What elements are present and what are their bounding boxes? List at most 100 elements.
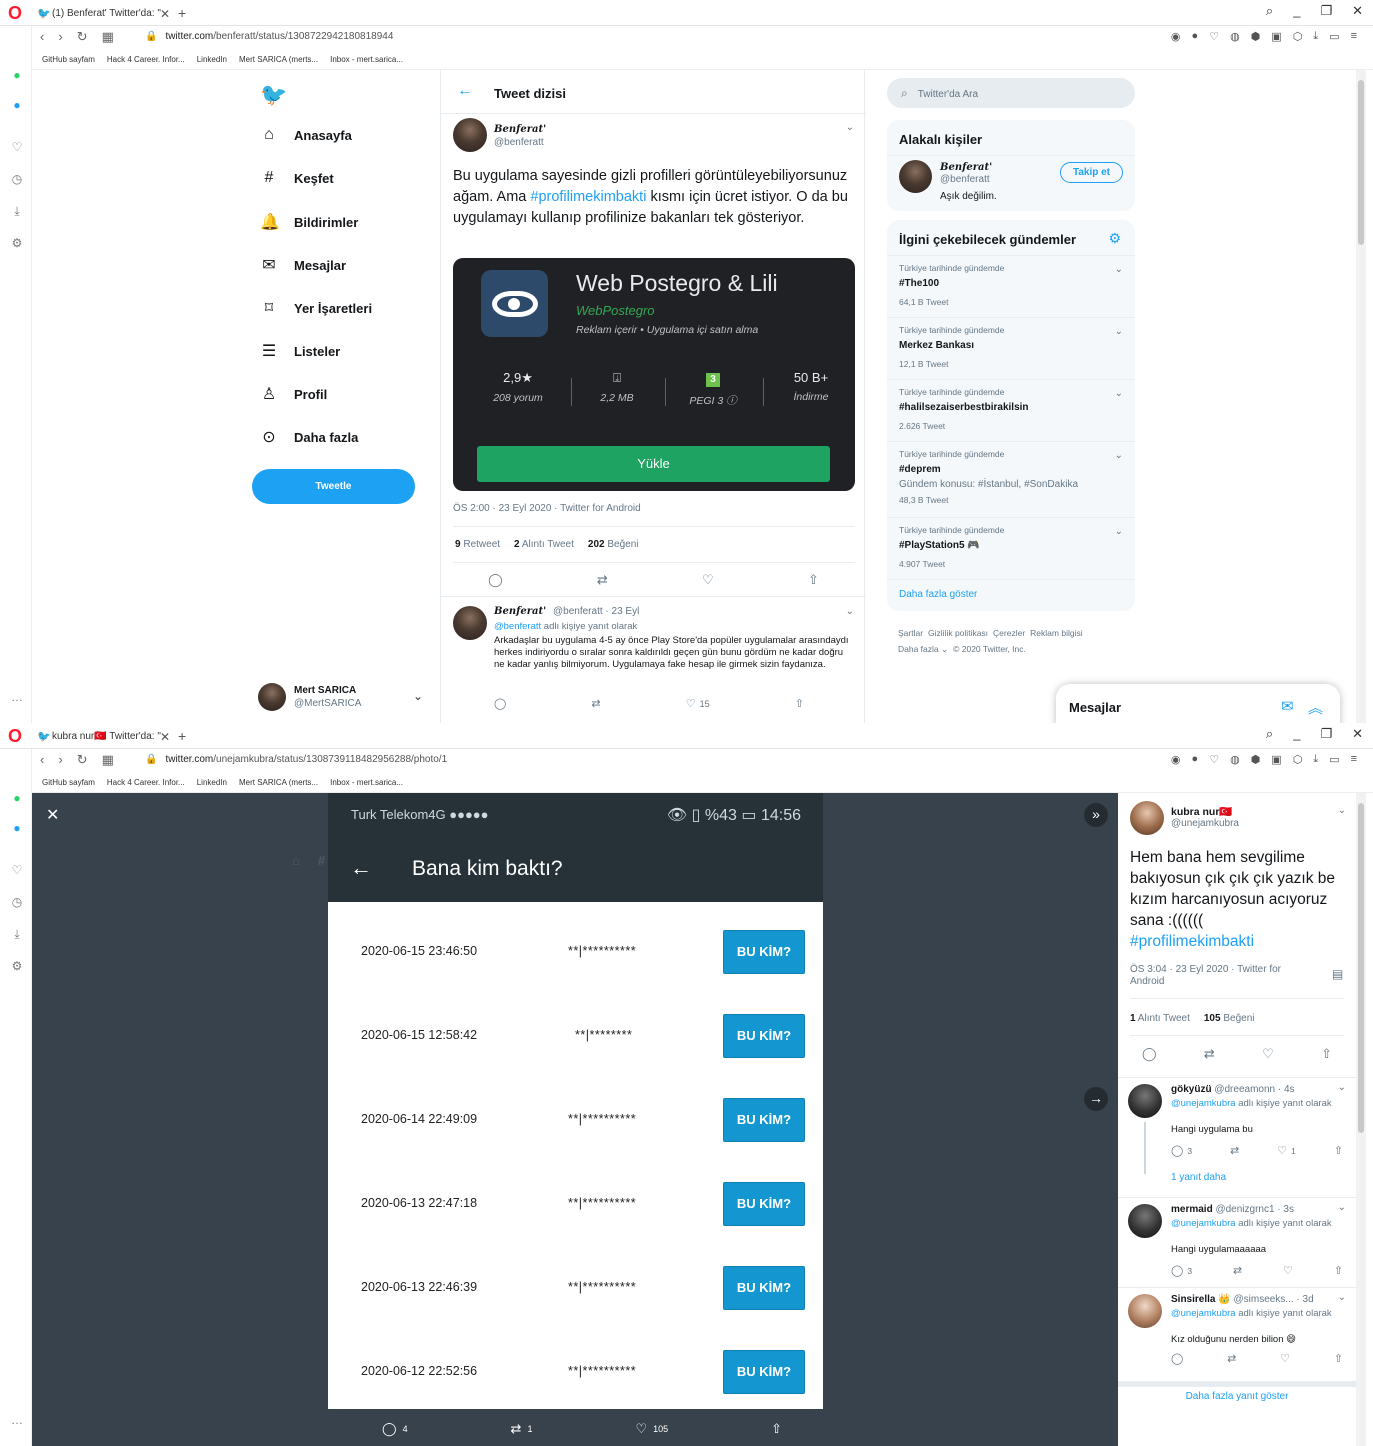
nav-messages[interactable]: ✉ Mesajlar bbox=[260, 255, 346, 275]
share-icon[interactable]: ⇧ bbox=[771, 1421, 782, 1437]
nav-lists[interactable]: ☰ Listeler bbox=[260, 341, 340, 361]
bookmark-item[interactable]: Mert SARICA (merts... bbox=[239, 778, 318, 787]
expand-icon[interactable]: » bbox=[1084, 803, 1108, 827]
tweet-author-name[interactable]: Benferat' bbox=[494, 124, 546, 135]
bookmark-item[interactable]: LinkedIn bbox=[197, 55, 227, 64]
related-name[interactable]: Benferat' bbox=[940, 162, 992, 173]
share-icon[interactable]: ⇧ bbox=[1321, 1046, 1332, 1062]
new-tab-icon[interactable]: + bbox=[178, 3, 186, 23]
like-icon[interactable]: ♡ bbox=[1283, 1264, 1293, 1277]
share-icon[interactable]: ⇧ bbox=[1334, 1264, 1343, 1277]
scrollbar[interactable] bbox=[1356, 793, 1366, 1446]
trend-item[interactable]: Türkiye tarihinde gündemde #deprem Gündem … bbox=[887, 442, 1135, 518]
share-icon[interactable]: ⇧ bbox=[808, 572, 819, 588]
bookmark-item[interactable]: Inbox - mert.sarica... bbox=[330, 778, 403, 787]
analytics-icon[interactable]: ▤ bbox=[1332, 967, 1343, 981]
heart-icon[interactable]: ♡ bbox=[1209, 753, 1219, 766]
share-icon[interactable]: ⇧ bbox=[1334, 1144, 1343, 1157]
reload-icon[interactable]: ↻ bbox=[77, 29, 88, 45]
avatar[interactable] bbox=[1130, 801, 1164, 835]
reply-button[interactable]: ◯ 3 bbox=[1171, 1264, 1192, 1277]
quote-count[interactable]: 1 Alıntı Tweet bbox=[1130, 1013, 1190, 1024]
download-icon[interactable]: ⤓ bbox=[10, 927, 24, 941]
retweet-icon[interactable]: ⇄ bbox=[1233, 1264, 1242, 1277]
show-more-link[interactable]: Daha fazla göster bbox=[887, 580, 1135, 609]
reply-author[interactable]: mermaid @denizgrnc1 · 3s bbox=[1171, 1204, 1294, 1215]
account-switcher[interactable]: Mert SARICA @MertSARICA ⌄ bbox=[258, 683, 428, 713]
translate-icon[interactable]: ▣ bbox=[1271, 753, 1281, 766]
like-icon[interactable]: ♡ bbox=[1280, 1352, 1290, 1365]
tweet-author-handle[interactable]: @unejamkubra bbox=[1171, 818, 1239, 829]
more-icon[interactable]: … bbox=[10, 690, 24, 704]
share-icon[interactable]: ⇧ bbox=[795, 697, 804, 710]
opera-logo-icon[interactable]: O bbox=[8, 727, 26, 745]
battery-icon[interactable]: ▭ bbox=[1329, 753, 1339, 766]
messages-drawer[interactable]: Mesajlar ✉ ︽ bbox=[1056, 684, 1340, 723]
tweet-author-handle[interactable]: @benferatt bbox=[494, 137, 544, 148]
related-handle[interactable]: @benferatt bbox=[940, 174, 990, 185]
extension-icon[interactable]: ◍ bbox=[1230, 30, 1240, 43]
search-input[interactable]: ⌕ Twitter'da Ara bbox=[887, 78, 1135, 108]
gear-icon[interactable]: ⚙ bbox=[1108, 230, 1121, 247]
reply-author[interactable]: Sinsirella 👑 @simseeks... · 3d bbox=[1171, 1294, 1314, 1305]
close-icon[interactable]: ✕ bbox=[46, 805, 59, 825]
trend-item[interactable]: Türkiye tarihinde gündemde Merkez Bankası… bbox=[887, 318, 1135, 380]
minimize-icon[interactable]: _ bbox=[1293, 3, 1300, 19]
twitter-logo-icon[interactable]: 🐦 bbox=[260, 82, 287, 108]
hashtag-link[interactable]: #profilimekimbakti bbox=[1130, 933, 1254, 950]
back-arrow-icon[interactable]: ← bbox=[457, 82, 473, 100]
reload-icon[interactable]: ↻ bbox=[77, 752, 88, 768]
nav-explore[interactable]: # Keşfet bbox=[260, 169, 334, 187]
scrollbar[interactable] bbox=[1356, 70, 1366, 723]
nav-notifications[interactable]: 🔔 Bildirimler bbox=[260, 212, 358, 232]
reply-icon[interactable]: ◯ bbox=[1142, 1046, 1157, 1062]
chevron-down-icon[interactable]: ⌄ bbox=[1338, 1082, 1346, 1093]
menu-icon[interactable]: ≡ bbox=[1351, 753, 1357, 766]
chevron-down-icon[interactable]: ⌄ bbox=[846, 606, 854, 617]
chevron-down-icon[interactable]: ⌄ bbox=[1115, 388, 1123, 399]
vpn-shield-icon[interactable]: ● bbox=[1192, 30, 1199, 43]
speed-dial-icon[interactable]: ▦ bbox=[102, 752, 114, 768]
avatar[interactable] bbox=[453, 118, 487, 152]
tweet-button[interactable]: Tweetle bbox=[252, 469, 415, 504]
browser-tab[interactable]: 🐦 kubra nur🇹🇷 Twitter'da: " ✕ bbox=[34, 726, 172, 748]
chevron-down-icon[interactable]: ⌄ bbox=[1115, 326, 1123, 337]
retweet-icon[interactable]: ⇄ bbox=[1204, 1046, 1215, 1062]
reply-button[interactable]: ◯ 3 bbox=[1171, 1144, 1192, 1157]
reply-author[interactable]: gökyüzü @dreeamonn · 4s bbox=[1171, 1084, 1295, 1095]
avatar[interactable] bbox=[899, 160, 932, 193]
like-icon[interactable]: ♡ bbox=[1262, 1046, 1274, 1062]
heart-icon[interactable]: ♡ bbox=[10, 140, 24, 154]
reply-item[interactable]: gökyüzü @dreeamonn · 4s ⌄ @unejamkubra a… bbox=[1118, 1077, 1356, 1197]
menu-icon[interactable]: ≡ bbox=[1351, 30, 1357, 43]
chevron-down-icon[interactable]: ⌄ bbox=[1115, 450, 1123, 461]
minimize-icon[interactable]: _ bbox=[1293, 726, 1300, 742]
snapshot-icon[interactable]: ◉ bbox=[1171, 753, 1181, 766]
bookmark-item[interactable]: Inbox - mert.sarica... bbox=[330, 55, 403, 64]
reply-button[interactable]: ◯ 4 bbox=[382, 1421, 408, 1437]
retweet-icon[interactable]: ⇄ bbox=[1230, 1144, 1239, 1157]
close-tab-icon[interactable]: ✕ bbox=[160, 726, 170, 748]
reply-item[interactable]: mermaid @denizgrnc1 · 3s ⌄ @unejamkubra … bbox=[1118, 1197, 1356, 1287]
trend-item[interactable]: Türkiye tarihinde gündemde #halilsezaiser… bbox=[887, 380, 1135, 442]
reply-author-name[interactable]: Benferat' bbox=[494, 606, 546, 617]
url-field[interactable]: 🔒 twitter.com/unejamkubra/status/13087391… bbox=[145, 754, 447, 765]
trend-item[interactable]: Türkiye tarihinde gündemde #PlayStation5 … bbox=[887, 518, 1135, 580]
translate-icon[interactable]: ▣ bbox=[1271, 30, 1281, 43]
app-card[interactable]: Web Postegro & Lili WebPostegro Reklam i… bbox=[453, 258, 855, 491]
reply-item[interactable]: Sinsirella 👑 @simseeks... · 3d ⌄ @unejam… bbox=[1118, 1287, 1356, 1379]
cube-icon[interactable]: ⬡ bbox=[1293, 753, 1303, 766]
retweet-icon[interactable]: ⇄ bbox=[1227, 1352, 1236, 1365]
avatar[interactable] bbox=[1128, 1294, 1162, 1328]
bookmark-item[interactable]: GitHub sayfam bbox=[42, 778, 95, 787]
retweet-button[interactable]: ⇄ 1 bbox=[511, 1421, 533, 1437]
nav-profile[interactable]: ♙ Profil bbox=[260, 384, 327, 404]
chevron-down-icon[interactable]: ⌄ bbox=[1338, 1292, 1346, 1303]
heart-icon[interactable]: ♡ bbox=[1209, 30, 1219, 43]
hashtag-link[interactable]: #profilimekimbakti bbox=[530, 189, 646, 205]
back-icon[interactable]: ‹ bbox=[40, 29, 44, 45]
like-button[interactable]: ♡ 15 bbox=[686, 697, 710, 710]
chevron-up-icon[interactable]: ︽ bbox=[1308, 697, 1323, 718]
chevron-down-icon[interactable]: ⌄ bbox=[1115, 526, 1123, 537]
opera-logo-icon[interactable]: O bbox=[8, 4, 26, 22]
